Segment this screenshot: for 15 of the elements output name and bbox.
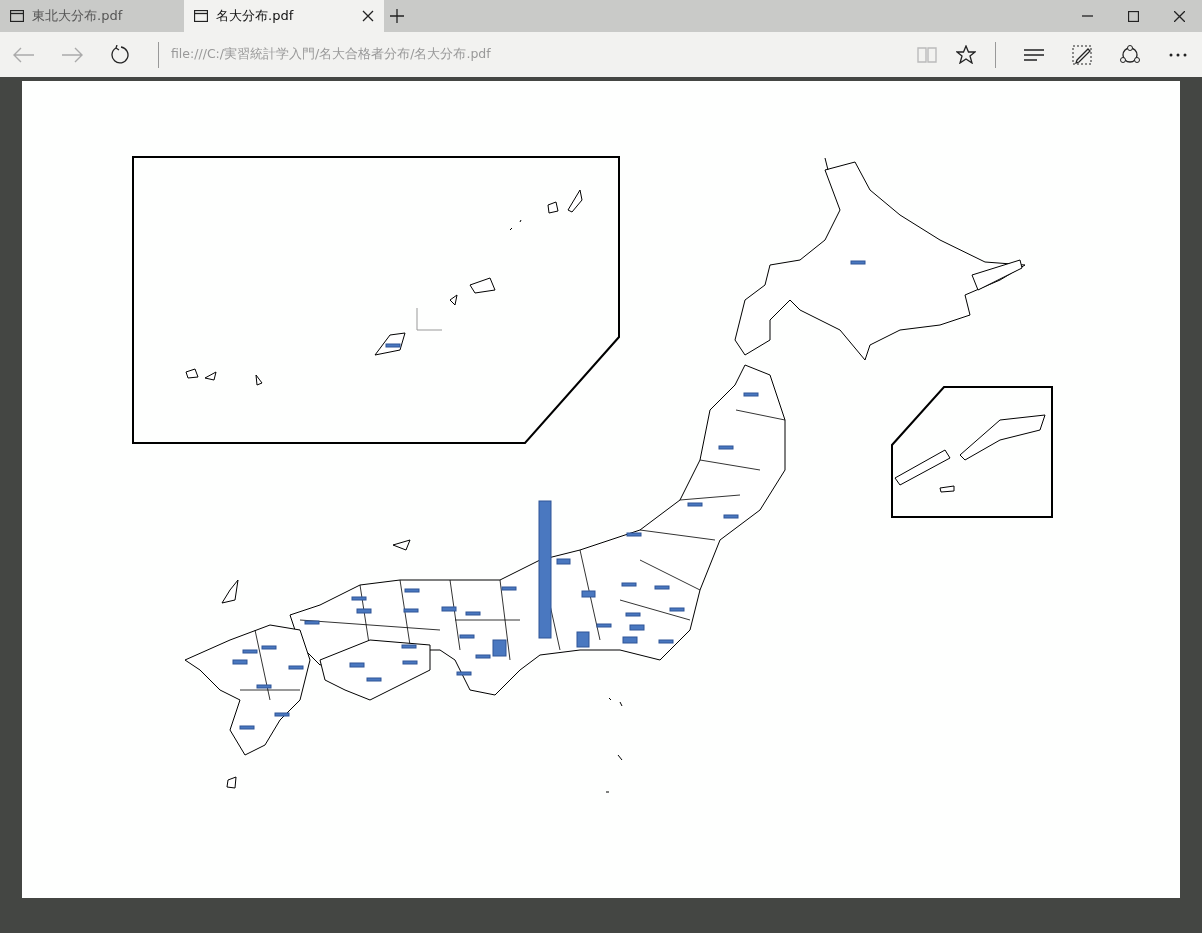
refresh-icon[interactable]: [110, 44, 130, 65]
more-icon[interactable]: [1169, 52, 1187, 57]
close-icon[interactable]: [1173, 10, 1185, 22]
close-icon[interactable]: [362, 10, 374, 22]
browser-tab[interactable]: 名大分布.pdf: [184, 0, 384, 32]
pen-note-icon[interactable]: [1072, 44, 1092, 65]
new-tab-icon[interactable]: [390, 9, 404, 23]
page-icon: [10, 10, 24, 22]
maximize-icon[interactable]: [1127, 10, 1139, 22]
browser-tab[interactable]: 東北大分布.pdf: [0, 0, 184, 32]
menu-lines-icon[interactable]: [1024, 48, 1044, 61]
share-icon[interactable]: [1119, 44, 1141, 65]
minimize-icon[interactable]: [1081, 15, 1093, 17]
page-icon: [194, 10, 208, 22]
star-icon[interactable]: [956, 45, 976, 64]
